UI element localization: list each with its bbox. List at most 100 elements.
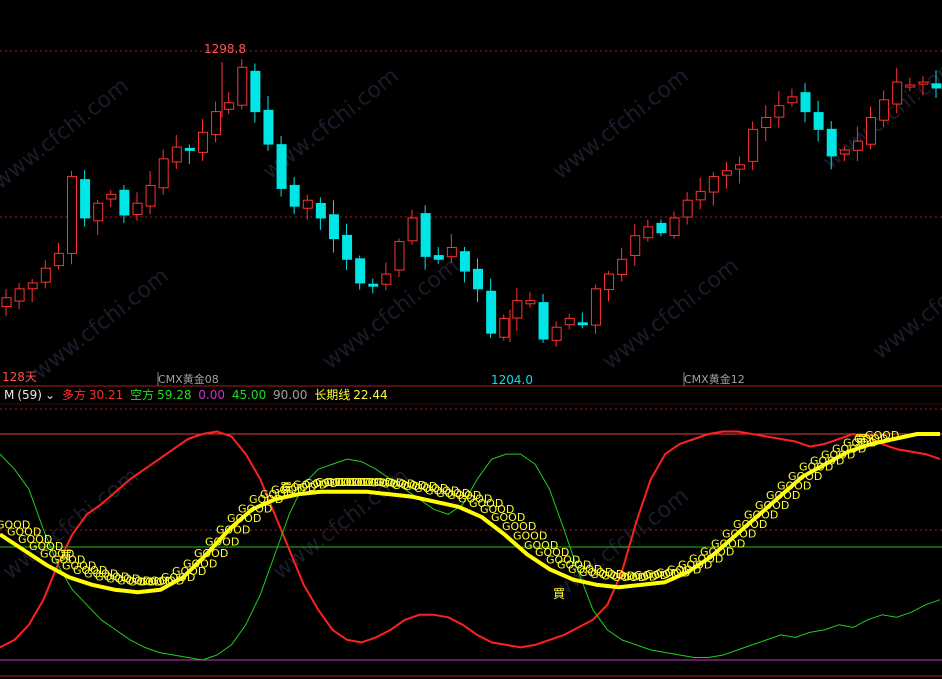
candle-down <box>184 147 195 151</box>
contract-label-2: CMX黄金12 <box>684 373 745 386</box>
candle-up <box>905 84 916 88</box>
indicator-legend: M (59) ⌄ 多方 30.21 空方 59.28 0.00 45.00 90.00 … <box>4 388 391 403</box>
candle-up <box>197 131 208 153</box>
candle-up <box>721 170 732 176</box>
candle-up <box>669 217 680 236</box>
candle-up <box>132 202 143 216</box>
candle-up <box>106 193 117 200</box>
candle-up <box>158 158 169 189</box>
bull-value: 30.21 <box>88 388 124 402</box>
candle-up <box>695 190 706 201</box>
candle-up <box>1 297 12 308</box>
indicator-param[interactable]: (59) <box>17 388 42 402</box>
candle-up <box>394 241 405 271</box>
candle-down <box>577 322 588 326</box>
candle-down <box>328 214 339 240</box>
candle-up <box>630 235 641 256</box>
bear-value: 59.28 <box>157 388 192 402</box>
candle-up <box>499 317 510 338</box>
chevron-down-icon[interactable]: ⌄ <box>45 388 55 402</box>
low-price-label: 1204.0 <box>491 373 533 387</box>
candle-up <box>708 176 719 193</box>
candle-up <box>302 199 313 209</box>
candle-up <box>237 66 248 106</box>
candle-up <box>407 217 418 242</box>
candle-up <box>918 81 929 85</box>
watermark-text: www.cfchi.com <box>0 73 134 194</box>
candle-up <box>512 300 523 319</box>
candle-down <box>355 258 366 284</box>
indicator-name[interactable]: M <box>4 388 14 402</box>
watermark-text: www.cfchi.com <box>548 63 693 184</box>
watermark-text: www.cfchi.com <box>318 253 463 374</box>
candle-up <box>66 176 77 254</box>
candle-down <box>931 83 942 89</box>
candle-up <box>93 202 104 222</box>
candle-up <box>852 140 863 151</box>
candle-up <box>643 226 654 239</box>
chart-window: www.cfchi.com www.cfchi.com www.cfchi.com w… <box>0 0 942 679</box>
candle-up <box>224 102 235 110</box>
candle-up <box>145 184 156 207</box>
bull-label: 多方 <box>61 388 86 402</box>
candle-down <box>315 202 326 219</box>
candle-down <box>276 144 287 189</box>
long-term-line <box>0 432 940 595</box>
candle-down <box>800 92 811 113</box>
ref-value-0: 0.00 <box>198 388 226 402</box>
buy-marker: 買 <box>855 433 867 447</box>
good-marker: GOOD <box>865 429 899 442</box>
long-value: 22.44 <box>353 388 388 402</box>
candle-up <box>774 105 785 118</box>
good-marker: GOOD <box>216 524 250 537</box>
candle-down <box>813 112 824 130</box>
candle-up <box>27 282 38 290</box>
candle-down <box>80 179 91 219</box>
candle-up <box>879 99 890 121</box>
ref-value-45: 45.00 <box>231 388 267 402</box>
candle-down <box>433 255 444 260</box>
watermark-text: www.cfchi.com <box>868 243 942 364</box>
candle-up <box>40 267 51 283</box>
candle-up <box>14 288 25 302</box>
candle-down <box>826 128 837 157</box>
candle-up <box>446 246 457 258</box>
candle-up <box>171 146 182 163</box>
candle-up <box>604 273 615 291</box>
candle-down <box>250 70 261 113</box>
candle-up <box>735 164 746 170</box>
ref-value-90: 90.00 <box>273 388 308 402</box>
candle-up <box>53 252 64 267</box>
candle-up <box>551 326 562 341</box>
good-marker: GOOD <box>205 536 239 549</box>
high-price-label: 1298.8 <box>204 42 246 56</box>
candle-down <box>263 109 274 145</box>
candle-up <box>787 96 798 104</box>
candle-down <box>473 268 484 290</box>
chart-canvas[interactable]: www.cfchi.com www.cfchi.com www.cfchi.com w… <box>0 0 942 679</box>
buy-marker: 買 <box>553 587 565 601</box>
buy-marker: 買 <box>280 481 292 495</box>
candle-down <box>486 290 497 334</box>
candle-up <box>564 317 575 326</box>
candle-up <box>748 128 759 162</box>
long-label: 长期线 <box>314 388 351 402</box>
candle-up <box>682 199 693 218</box>
contract-label-1: CMX黄金08 <box>158 373 219 386</box>
candle-down <box>289 184 300 207</box>
candle-up <box>839 149 850 155</box>
candle-down <box>420 213 431 257</box>
candle-down <box>342 234 353 260</box>
candle-up <box>590 288 601 326</box>
period-label: 128天 <box>2 370 37 384</box>
bear-label: 空方 <box>130 388 155 402</box>
candle-down <box>368 283 379 287</box>
candle-down <box>119 189 130 216</box>
candle-up <box>381 273 392 285</box>
buy-marker: 買 <box>60 549 72 563</box>
candle-down <box>656 222 667 234</box>
candle-up <box>525 300 536 305</box>
candle-up <box>211 111 222 136</box>
candle-down <box>538 302 549 340</box>
candle-up <box>617 258 628 275</box>
